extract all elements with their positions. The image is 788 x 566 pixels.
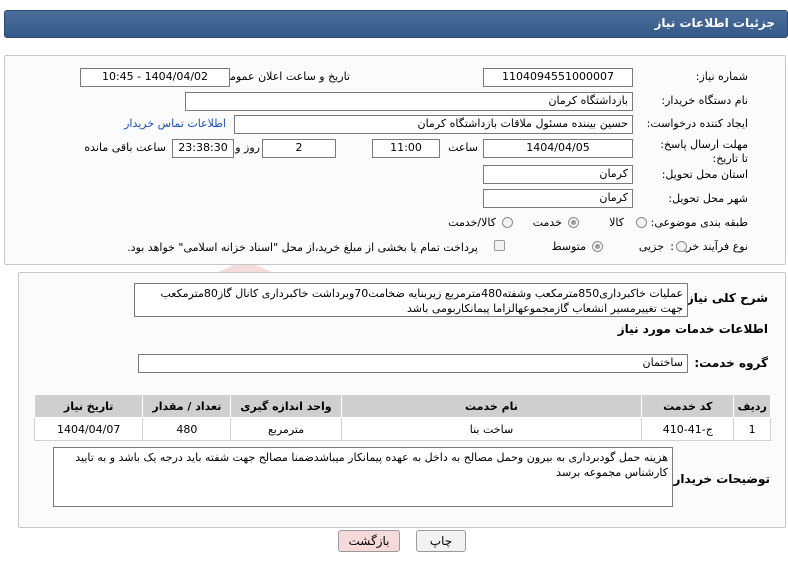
creator-field[interactable]: حسین بیننده مسئول ملاقات بازداشتگاه کرما… [234,115,633,134]
buyer-notes-textarea[interactable]: هزینه حمل گودبرداری به بیرون وحمل مصالح … [53,447,673,507]
category-radio-service[interactable] [568,217,579,228]
treasury-payment-checkbox[interactable] [494,240,505,251]
category-label: طبقه بندی موضوعی: [650,216,748,229]
table-row[interactable]: 1 ج-41-410 ساخت بنا مترمربع 480 1404/04/… [33,417,771,441]
deadline-time-label: ساعت [448,141,478,154]
process-option-medium: متوسط [551,240,586,253]
process-option-minor: جزیی [638,240,664,253]
need-number-field[interactable]: 1104094551000007 [483,68,633,87]
announce-field[interactable]: 1404/04/02 - 10:45 [80,68,230,87]
buyer-org-field[interactable]: بازداشتگاه کرمان [185,92,633,111]
summary-textarea[interactable]: عملیات خاکبرداری850مترمکعب وشفته480مترمر… [134,283,688,317]
services-section-title: اطلاعات خدمات مورد نیاز [617,322,768,336]
page-title: جزئیات اطلاعات نیاز [654,16,775,30]
cell-need-date: 1404/04/07 [33,417,144,441]
title-bar: جزئیات اطلاعات نیاز [4,10,788,38]
col-row: ردیف [733,394,771,418]
creator-label: ایجاد کننده درخواست: [646,117,748,130]
need-number-label: شماره نیاز: [695,70,748,83]
remaining-time-field[interactable]: 23:38:30 [172,139,234,158]
process-radio-minor[interactable] [676,241,687,252]
col-unit: واحد اندازه گیری [230,394,342,418]
city-label: شهر محل تحویل: [668,192,748,205]
deadline-date-field[interactable]: 1404/04/05 [483,139,633,158]
services-table-header: ردیف کد خدمت نام خدمت واحد اندازه گیری ت… [33,394,771,418]
category-option-service: خدمت [532,216,562,229]
cell-service-name: ساخت بنا [340,417,643,441]
buyer-org-label: نام دستگاه خریدار: [661,94,748,107]
col-service-name: نام خدمت [340,394,643,418]
deadline-time-field[interactable]: 11:00 [372,139,440,158]
announce-label: تاریخ و ساعت اعلان عمومی: [217,70,350,83]
page-header: جزئیات اطلاعات نیاز [0,0,788,44]
deadline-label: مهلت ارسال پاسخ: تا تاریخ: [660,138,748,165]
category-option-goods: کالا [609,216,624,229]
days-field[interactable]: 2 [262,139,336,158]
province-label: استان محل تحویل: [661,168,748,181]
service-group-label: گروه خدمت: [694,356,768,370]
treasury-payment-note: پرداخت تمام یا بخشی از مبلغ خرید،از محل … [127,241,478,254]
back-button[interactable]: بازگشت [338,530,400,552]
print-button[interactable]: چاپ [416,530,466,552]
col-service-code: کد خدمت [641,394,735,418]
contact-info-link[interactable]: اطلاعات تماس خریدار [124,117,226,130]
category-option-goods-service: کالا/خدمت [448,216,496,229]
cell-row: 1 [733,417,771,441]
process-radio-medium[interactable] [592,241,603,252]
category-radio-goods[interactable] [636,217,647,228]
cell-quantity: 480 [142,417,232,441]
remaining-label: ساعت باقی مانده [84,141,166,154]
services-table: ردیف کد خدمت نام خدمت واحد اندازه گیری ت… [33,394,771,441]
service-group-field[interactable]: ساختمان [138,354,688,373]
cell-unit: مترمربع [230,417,342,441]
col-need-date: تاریخ نیاز [33,394,144,418]
days-label: روز و [235,141,260,154]
col-quantity: تعداد / مقدار [142,394,232,418]
province-field[interactable]: کرمان [483,165,633,184]
summary-label: شرح کلی نیاز: [682,291,768,305]
cell-service-code: ج-41-410 [641,417,735,441]
category-radio-goods-service[interactable] [502,217,513,228]
city-field[interactable]: کرمان [483,189,633,208]
buyer-notes-label: توضیحات خریدار: [668,472,770,486]
